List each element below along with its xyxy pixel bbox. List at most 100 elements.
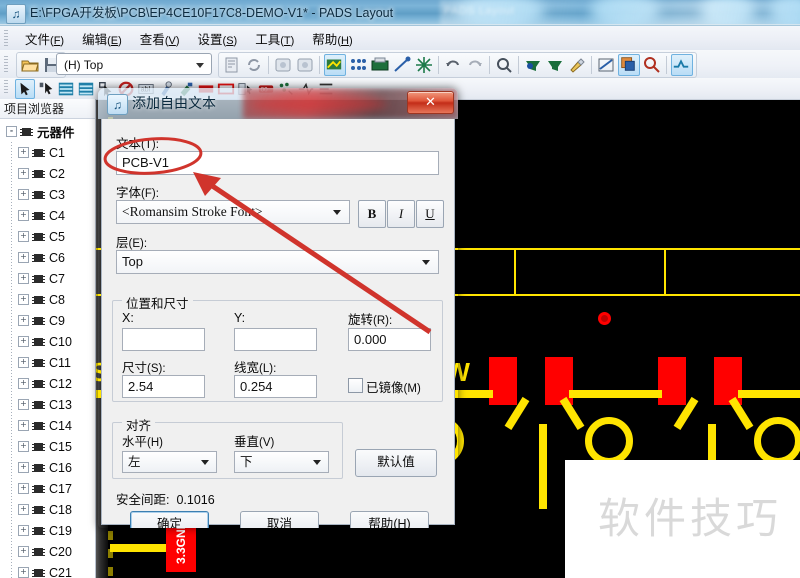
signal-icon[interactable] (671, 54, 693, 76)
properties-icon[interactable] (222, 55, 242, 75)
zoom-in-icon[interactable] (523, 55, 543, 75)
tree-item-c13[interactable]: + C13 (0, 394, 95, 415)
photo-plot-2-icon[interactable] (295, 55, 315, 75)
tree-item-c19[interactable]: + C19 (0, 520, 95, 541)
tree-item-c8[interactable]: + C8 (0, 289, 95, 310)
expand-icon[interactable]: + (18, 189, 29, 200)
expand-icon[interactable]: + (18, 378, 29, 389)
x-input[interactable] (122, 328, 205, 351)
tree-item-c21[interactable]: + C21 (0, 562, 95, 578)
undo-icon[interactable] (443, 55, 463, 75)
tree-item-c17[interactable]: + C17 (0, 478, 95, 499)
size-input[interactable]: 2.54 (122, 375, 205, 398)
font-selector[interactable]: <Romansim Stroke Font> (116, 200, 350, 224)
component-tree[interactable]: - 元器件 + C1 + C2 + C3 + C4 + C5 + C6 + C7 + C8 + C9 + C10 + C1… (0, 121, 95, 578)
expand-icon[interactable]: + (18, 525, 29, 536)
tree-item-c5[interactable]: + C5 (0, 226, 95, 247)
expand-icon[interactable]: + (18, 462, 29, 473)
menu-item-v[interactable]: 查看(V) (131, 27, 189, 50)
vertical-align-selector[interactable]: 下 (234, 451, 329, 473)
expand-icon[interactable]: + (18, 315, 29, 326)
menu-item-f[interactable]: 文件(F) (16, 27, 73, 50)
photo-plot-icon[interactable] (273, 55, 293, 75)
tree-item-c3[interactable]: + C3 (0, 184, 95, 205)
tree-item-c10[interactable]: + C10 (0, 331, 95, 352)
expand-icon[interactable]: + (18, 504, 29, 515)
layer-up-icon[interactable] (57, 80, 75, 98)
expand-icon[interactable]: + (18, 483, 29, 494)
toolbar-grip[interactable] (4, 56, 8, 72)
measure-icon[interactable] (414, 55, 434, 75)
menu-item-accelerator: (E) (107, 34, 122, 47)
toolbar2-grip[interactable] (4, 80, 8, 94)
horizontal-align-selector[interactable]: 左 (122, 451, 217, 473)
zoom-out-icon[interactable] (545, 55, 565, 75)
board-icon[interactable] (370, 55, 390, 75)
expand-icon[interactable]: + (18, 399, 29, 410)
expand-icon[interactable]: + (18, 336, 29, 347)
expand-icon[interactable]: + (18, 147, 29, 158)
y-input[interactable] (234, 328, 317, 351)
query-icon[interactable] (642, 55, 662, 75)
tree-node-components[interactable]: - 元器件 (0, 121, 95, 142)
expand-icon[interactable]: + (18, 252, 29, 263)
menu-item-e[interactable]: 编辑(E) (73, 27, 131, 50)
rotation-input[interactable]: 0.000 (348, 328, 431, 351)
expand-icon[interactable]: + (18, 168, 29, 179)
help-button[interactable]: 帮助(H) (350, 511, 429, 528)
brush-icon[interactable] (567, 55, 587, 75)
menu-item-h[interactable]: 帮助(H) (303, 27, 361, 50)
copper-pour-icon[interactable] (618, 54, 640, 76)
hatch-icon[interactable] (596, 55, 616, 75)
route-icon[interactable] (392, 55, 412, 75)
ok-button[interactable]: 确定 (130, 511, 209, 528)
collapse-icon[interactable]: - (6, 126, 17, 137)
tree-item-c4[interactable]: + C4 (0, 205, 95, 226)
tree-item-c20[interactable]: + C20 (0, 541, 95, 562)
tree-item-c11[interactable]: + C11 (0, 352, 95, 373)
line-width-input[interactable]: 0.254 (234, 375, 317, 398)
select-arrow-icon[interactable] (15, 78, 35, 99)
layer-selector[interactable]: (H) Top (56, 53, 212, 75)
zoom-icon[interactable] (494, 55, 514, 75)
layer-down-icon[interactable] (77, 80, 95, 98)
open-folder-icon[interactable] (20, 55, 40, 75)
cancel-button[interactable]: 取消 (240, 511, 319, 528)
italic-button[interactable]: I (387, 200, 415, 228)
layer-colors-icon[interactable] (324, 54, 346, 76)
expand-icon[interactable]: + (18, 294, 29, 305)
expand-icon[interactable]: + (18, 273, 29, 284)
menu-item-s[interactable]: 设置(S) (189, 27, 247, 50)
select-shape-icon[interactable] (37, 80, 55, 98)
close-icon[interactable]: ✕ (407, 91, 454, 114)
tree-item-c9[interactable]: + C9 (0, 310, 95, 331)
tree-item-c1[interactable]: + C1 (0, 142, 95, 163)
defaults-button[interactable]: 默认值 (355, 449, 437, 477)
expand-icon[interactable]: + (18, 420, 29, 431)
tree-item-c16[interactable]: + C16 (0, 457, 95, 478)
tree-item-c15[interactable]: + C15 (0, 436, 95, 457)
redo-icon[interactable] (465, 55, 485, 75)
expand-icon[interactable]: + (18, 231, 29, 242)
menu-grip[interactable] (4, 30, 8, 46)
add-free-text-dialog[interactable]: ♫ 添加自由文本 ✕ 文本(T): PCB-V1 字体(F): <Romansi… (98, 88, 458, 528)
tree-item-c14[interactable]: + C14 (0, 415, 95, 436)
tree-item-c6[interactable]: + C6 (0, 247, 95, 268)
expand-icon[interactable]: + (18, 567, 29, 578)
text-input-PCB-V1[interactable]: PCB-V1 (116, 151, 439, 175)
expand-icon[interactable]: + (18, 357, 29, 368)
mirrored-checkbox[interactable] (348, 378, 363, 393)
expand-icon[interactable]: + (18, 441, 29, 452)
tree-item-c7[interactable]: + C7 (0, 268, 95, 289)
tree-item-c2[interactable]: + C2 (0, 163, 95, 184)
bold-button[interactable]: B (358, 200, 386, 228)
layer-selector-dialog[interactable]: Top (116, 250, 439, 274)
underline-button[interactable]: U (416, 200, 444, 228)
tree-item-c18[interactable]: + C18 (0, 499, 95, 520)
expand-icon[interactable]: + (18, 546, 29, 557)
nets-icon[interactable] (348, 55, 368, 75)
tree-item-c12[interactable]: + C12 (0, 373, 95, 394)
expand-icon[interactable]: + (18, 210, 29, 221)
refresh-icon[interactable] (244, 55, 264, 75)
menu-item-t[interactable]: 工具(T) (246, 27, 303, 50)
